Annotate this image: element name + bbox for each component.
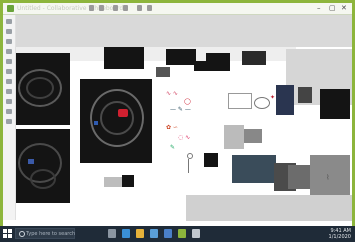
forward-icon[interactable] [99, 5, 104, 11]
mail-icon[interactable] [164, 229, 172, 238]
pen-icon[interactable] [6, 29, 12, 34]
zoom-icon[interactable] [6, 119, 12, 124]
app-icon [7, 5, 14, 12]
maximize-button[interactable]: ▢ [329, 4, 336, 13]
canvas-header-band [16, 15, 352, 47]
photo-image[interactable] [244, 129, 262, 143]
store-icon[interactable] [150, 229, 158, 238]
shape-icon[interactable] [6, 99, 12, 104]
task-view-icon[interactable] [108, 229, 116, 238]
edge-browser-icon[interactable] [122, 229, 130, 238]
sketch-drawing[interactable]: ᚱ [322, 171, 342, 195]
thumbnail-image[interactable] [122, 175, 134, 187]
taskbar: Type here to search 9:41 AM 1/1/2020 [0, 226, 355, 242]
whiteboard-canvas[interactable]: ∿ ∿ ◯ — ✎ — ✦ ✿ ∽ ◌ ∿ ✎ ᚱ [16, 15, 352, 221]
thumbnail-image[interactable] [242, 51, 266, 65]
photo-image[interactable] [298, 87, 312, 103]
image-icon[interactable] [6, 89, 12, 94]
select-icon[interactable] [6, 19, 12, 24]
canvas-band-bottom [186, 195, 352, 221]
taskbar-search-input[interactable]: Type here to search [15, 228, 75, 239]
lasso-icon[interactable] [6, 59, 12, 64]
redo-icon[interactable] [123, 5, 128, 11]
brain-scan-image[interactable] [16, 53, 70, 125]
windows-start-icon[interactable] [3, 229, 12, 238]
highlighter-icon[interactable] [6, 39, 12, 44]
sketch-figure[interactable] [184, 153, 194, 179]
sketch-drawing[interactable]: ✿ ∽ ◌ ∿ ✎ [164, 123, 212, 157]
photo-image[interactable] [288, 165, 310, 189]
settings-icon[interactable] [147, 5, 152, 11]
sketch-diagram[interactable]: ✦ [222, 87, 282, 117]
brain-scan-highlighted-image[interactable] [80, 79, 152, 163]
search-icon [19, 231, 25, 237]
text-icon[interactable] [6, 79, 12, 84]
thumbnail-image[interactable] [104, 47, 144, 69]
thumbnail-image[interactable] [204, 153, 218, 167]
tool-strip [3, 15, 16, 220]
photo-image[interactable] [276, 85, 294, 115]
photo-image[interactable] [232, 155, 276, 183]
app-icon[interactable] [192, 229, 200, 238]
whiteboard-app-icon[interactable] [178, 229, 186, 238]
sticky-note-icon[interactable] [6, 109, 12, 114]
search-placeholder: Type here to search [26, 231, 76, 237]
ruler-icon[interactable] [6, 69, 12, 74]
clock-date: 1/1/2020 [328, 234, 351, 240]
photo-image[interactable] [320, 89, 350, 119]
thumbnail-image[interactable] [166, 49, 196, 65]
share-icon[interactable] [137, 5, 142, 11]
photo-image[interactable] [224, 125, 244, 149]
thumbnail-image[interactable] [156, 67, 170, 77]
back-icon[interactable] [89, 5, 94, 11]
file-explorer-icon[interactable] [136, 229, 144, 238]
sketch-drawing[interactable]: ∿ ∿ ◯ — ✎ — [166, 89, 212, 119]
thumbnail-image[interactable] [206, 53, 230, 71]
undo-icon[interactable] [113, 5, 118, 11]
thumbnail-image[interactable] [194, 61, 206, 71]
minimize-button[interactable]: – [317, 4, 321, 13]
window-title: Untitled - Collaborative Whiteboard [17, 5, 124, 12]
brain-scan-image[interactable] [16, 129, 70, 203]
system-clock[interactable]: 9:41 AM 1/1/2020 [329, 228, 351, 240]
close-button[interactable]: ✕ [341, 4, 347, 13]
eraser-icon[interactable] [6, 49, 12, 54]
title-bar: Untitled - Collaborative Whiteboard – ▢ … [3, 3, 352, 15]
